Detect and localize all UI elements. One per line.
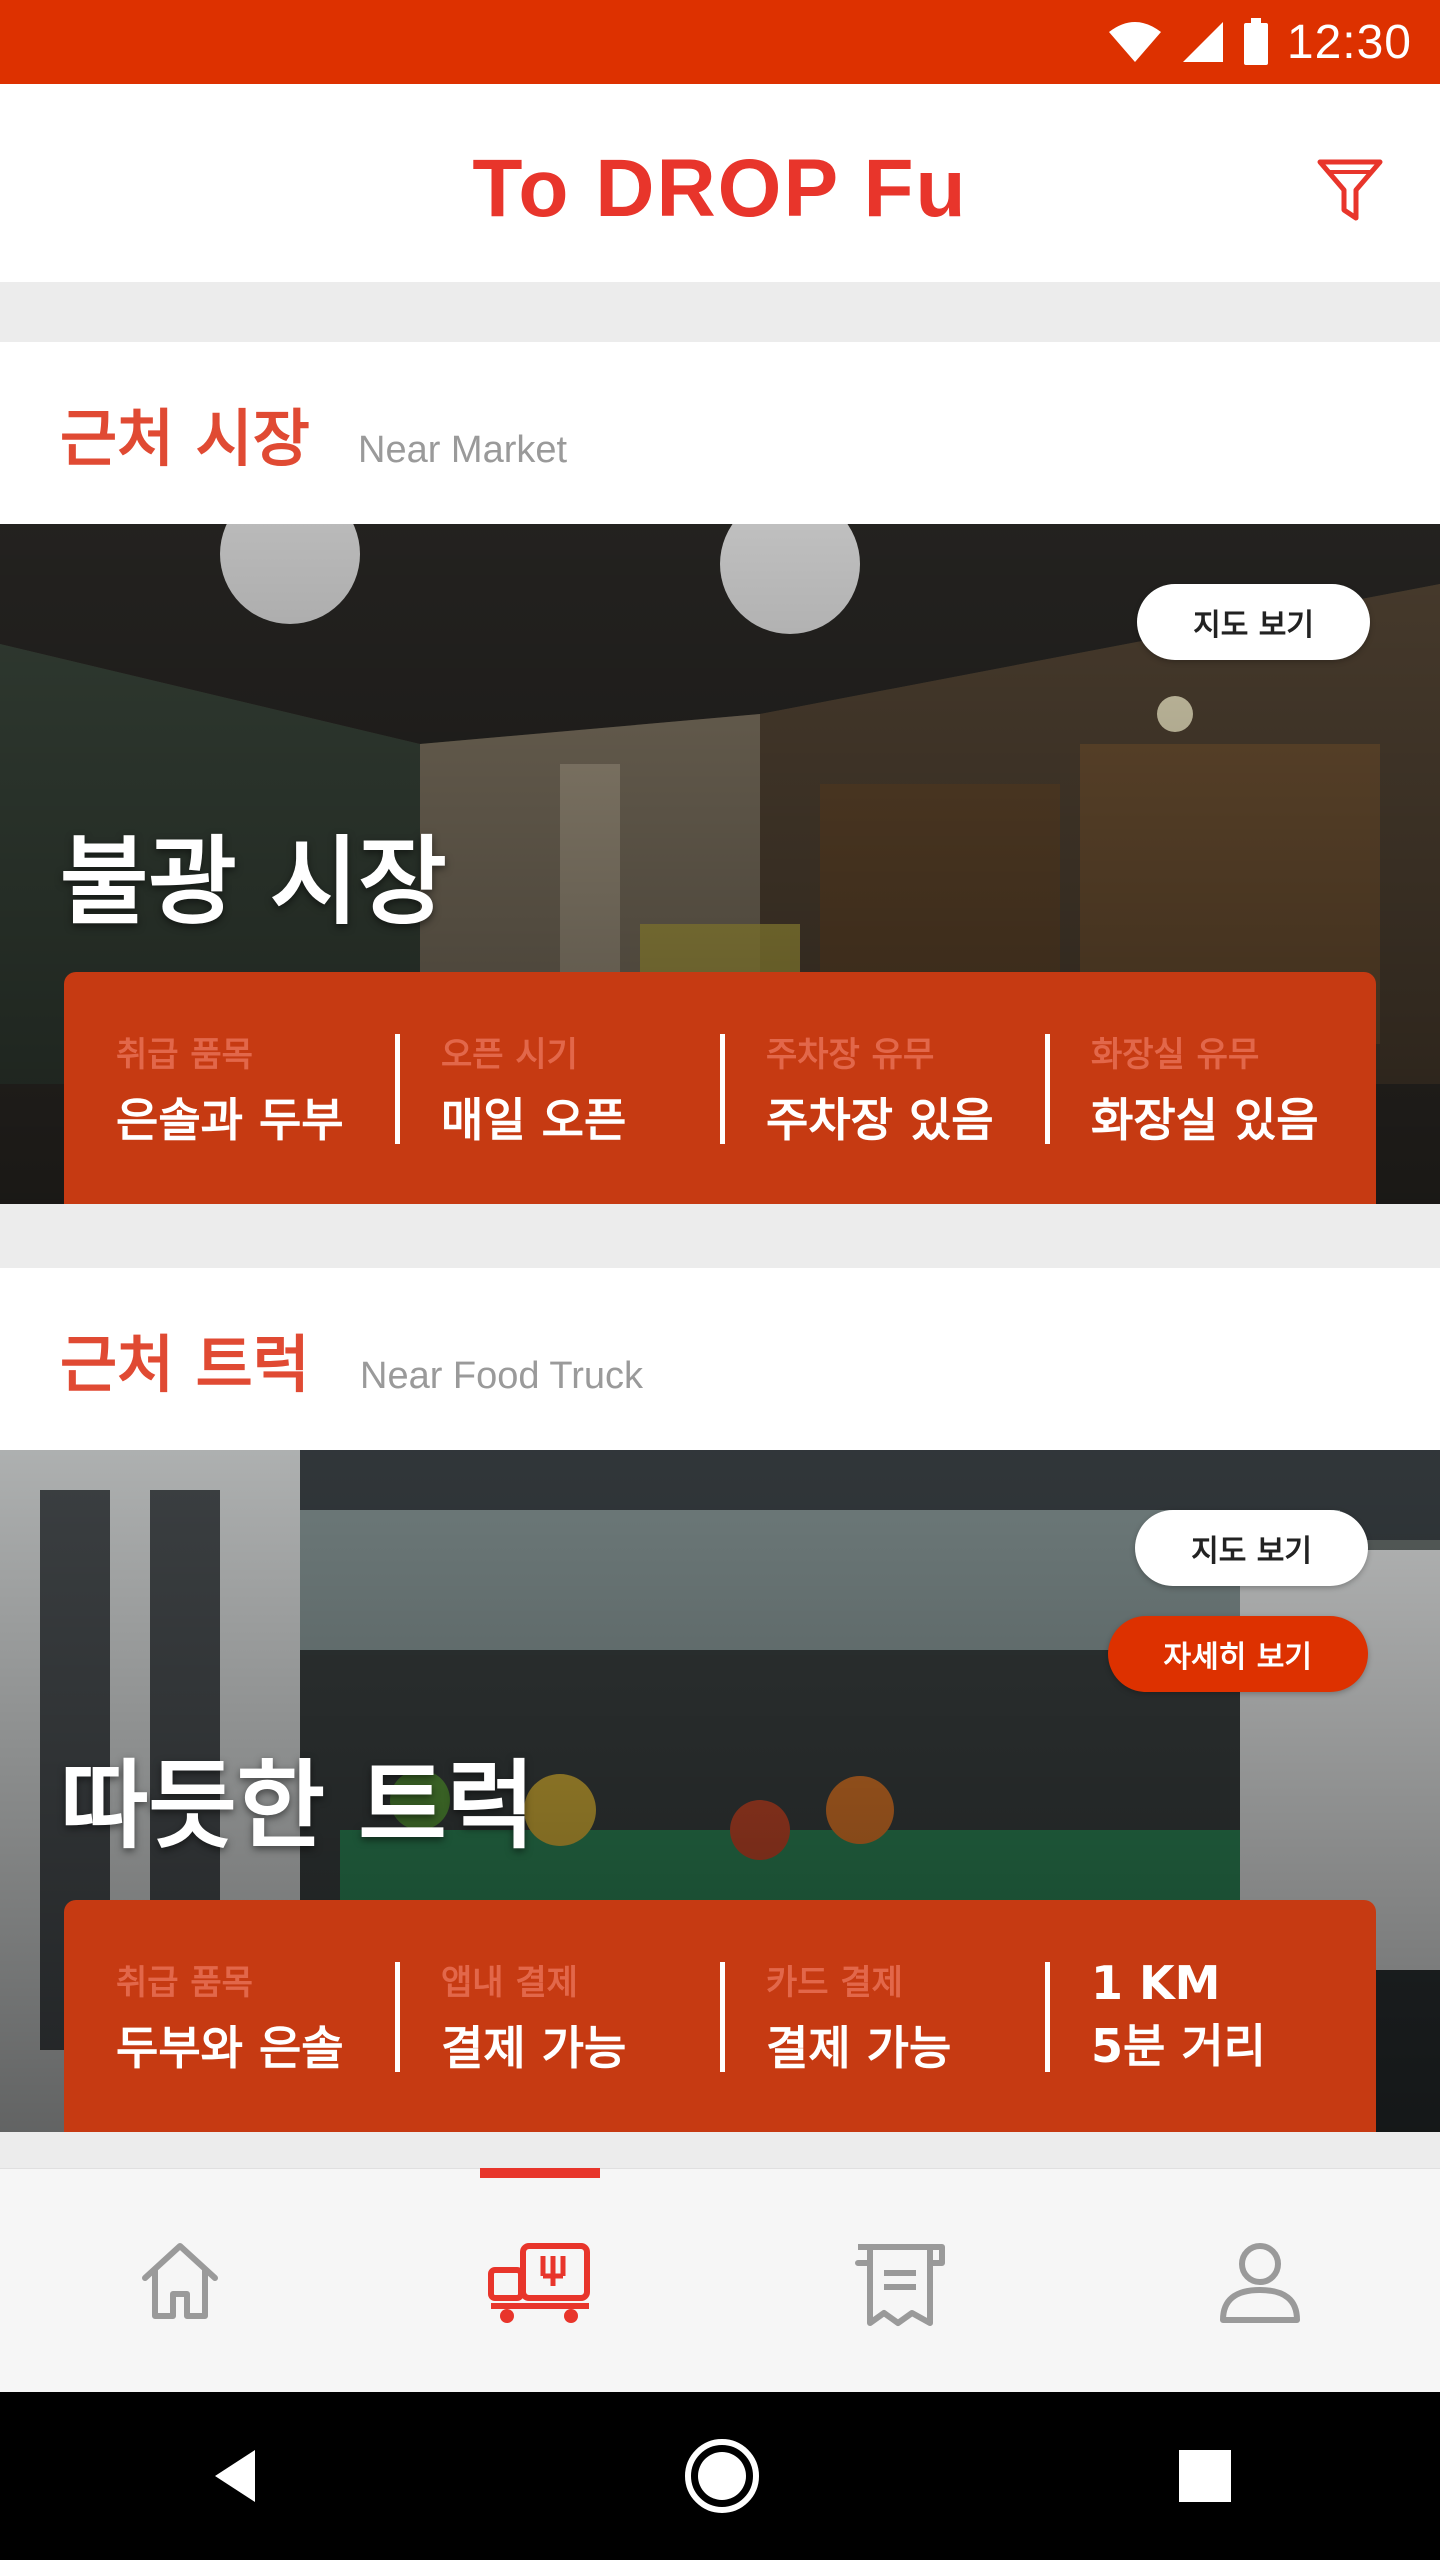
filter-button[interactable] <box>1314 154 1386 226</box>
map-view-button[interactable]: 지도 보기 <box>1135 1510 1368 1586</box>
map-view-button[interactable]: 지도 보기 <box>1137 584 1370 660</box>
truck-name: 따듯한 트럭 <box>60 1750 536 1862</box>
bottom-nav <box>0 2168 1440 2392</box>
info-item: 1 KM 5분 거리 <box>1045 1956 1370 2076</box>
active-tab-indicator <box>480 2168 600 2178</box>
section-title: 근처 시장 <box>60 402 310 475</box>
market-stall-icon <box>488 2242 590 2323</box>
info-value: 두부와 은솔 <box>116 2020 344 2075</box>
info-value: 결제 가능 <box>441 2020 627 2075</box>
nav-receipt[interactable] <box>720 2169 1080 2392</box>
info-label: 카드 결제 <box>766 1962 903 2003</box>
info-value: 매일 오픈 <box>441 1092 627 1147</box>
info-value: 주차장 있음 <box>766 1092 994 1147</box>
section-subtitle: Near Food Truck <box>360 1355 643 1397</box>
back-icon[interactable] <box>207 2446 267 2506</box>
market-card[interactable]: 지도 보기 불광 시장 취급 품목 은솔과 두부 오픈 시기 매일 오픈 주차장… <box>0 524 1440 1204</box>
section-subtitle: Near Market <box>358 429 568 471</box>
info-item: 앱내 결제 결제 가능 <box>395 1956 720 2076</box>
info-value: 화장실 있음 <box>1091 1092 1319 1147</box>
section-header: 근처 트럭 Near Food Truck <box>0 1268 1440 1450</box>
status-icons: 12:30 <box>1107 0 1412 84</box>
info-label: 화장실 유무 <box>1091 1034 1260 1075</box>
info-item: 카드 결제 결제 가능 <box>720 1956 1045 2076</box>
info-item: 취급 품목 은솔과 두부 <box>70 1028 395 1148</box>
signal-icon <box>1182 22 1223 62</box>
filter-icon <box>1317 159 1383 221</box>
info-value: 은솔과 두부 <box>116 1092 344 1147</box>
info-label: 주차장 유무 <box>766 1034 935 1075</box>
truck-info-bar: 취급 품목 두부와 은솔 앱내 결제 결제 가능 카드 결제 결제 가능 1 K… <box>64 1900 1376 2132</box>
distance-time: 5분 거리 <box>1091 2019 1266 2073</box>
battery-icon <box>1243 18 1268 65</box>
near-truck-section: 근처 트럭 Near Food Truck 지도 보기 자세히 보기 따듯한 트… <box>0 1268 1440 2132</box>
near-market-section: 근처 시장 Near Market 지도 보기 불광 시장 취급 품목 은솔과 … <box>0 342 1440 1204</box>
detail-view-button[interactable]: 자세히 보기 <box>1107 1616 1368 1692</box>
nav-home[interactable] <box>0 2169 360 2392</box>
wifi-icon <box>1108 22 1161 62</box>
truck-card[interactable]: 지도 보기 자세히 보기 따듯한 트럭 취급 품목 두부와 은솔 앱내 결제 결… <box>0 1450 1440 2132</box>
section-title: 근처 트럭 <box>60 1328 310 1401</box>
info-item: 화장실 유무 화장실 있음 <box>1045 1028 1370 1148</box>
status-time: 12:30 <box>1286 15 1412 69</box>
home-circle-icon[interactable] <box>682 2436 762 2516</box>
profile-icon <box>1220 2242 1300 2323</box>
app-logo: To DROP Fu <box>472 143 968 234</box>
info-label: 오픈 시기 <box>441 1034 578 1075</box>
section-header: 근처 시장 Near Market <box>0 342 1440 524</box>
status-bar: 12:30 <box>0 0 1440 84</box>
info-label: 취급 품목 <box>116 1034 253 1075</box>
info-item: 취급 품목 두부와 은솔 <box>70 1956 395 2076</box>
app-bar: To DROP Fu <box>0 84 1440 282</box>
info-label: 앱내 결제 <box>441 1962 578 2003</box>
nav-market[interactable] <box>360 2168 720 2392</box>
home-icon <box>142 2242 218 2319</box>
info-value: 결제 가능 <box>766 2020 952 2075</box>
market-info-bar: 취급 품목 은솔과 두부 오픈 시기 매일 오픈 주차장 유무 주차장 있음 화… <box>64 972 1376 1204</box>
recents-icon[interactable] <box>1177 2448 1233 2504</box>
distance-value: 1 KM <box>1091 1956 1221 2010</box>
info-item: 오픈 시기 매일 오픈 <box>395 1028 720 1148</box>
info-label: 취급 품목 <box>116 1962 253 2003</box>
system-nav <box>0 2392 1440 2560</box>
market-name: 불광 시장 <box>60 826 447 938</box>
nav-profile[interactable] <box>1080 2169 1440 2392</box>
info-item: 주차장 유무 주차장 있음 <box>720 1028 1045 1148</box>
receipt-icon <box>855 2243 945 2326</box>
